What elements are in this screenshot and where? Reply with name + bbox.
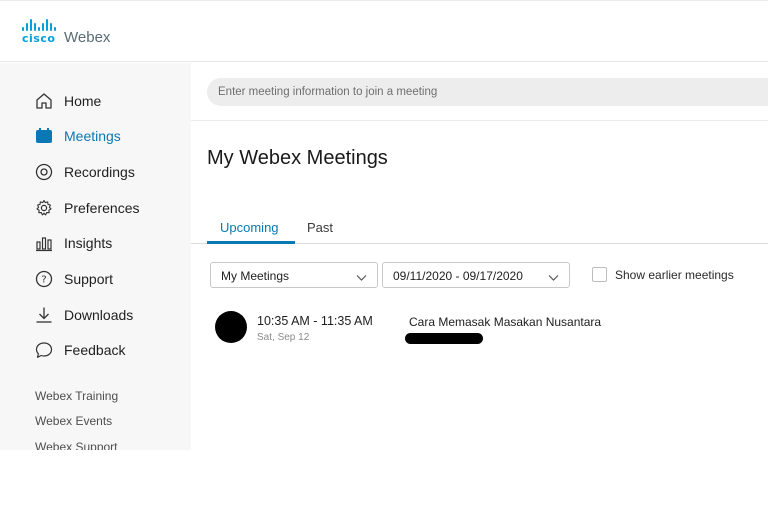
show-earlier-checkbox[interactable] [592,267,607,282]
join-meeting-input[interactable] [218,78,738,106]
sidebar-item-recordings[interactable]: Recordings [34,160,135,184]
sidebar-item-label: Recordings [64,164,135,180]
avatar [215,311,247,343]
sidebar-item-meetings[interactable]: Meetings [34,124,121,148]
home-icon [34,91,54,111]
date-range-value: 09/11/2020 - 09/17/2020 [393,269,523,283]
sidebar-item-label: Support [64,271,114,287]
chevron-down-icon [356,270,367,288]
divider [191,120,768,121]
sidebar-item-label: Home [64,93,102,109]
sidebar-item-label: Feedback [64,342,126,358]
tab-upcoming[interactable]: Upcoming [220,220,279,235]
svg-text:?: ? [41,275,46,286]
meeting-scope-value: My Meetings [221,269,290,283]
join-meeting-search: i [207,78,768,106]
top-bar: cisco Webex [0,0,768,62]
sidebar-item-label: Insights [64,235,113,251]
meeting-date: Sat, Sep 12 [257,332,310,343]
webex-events-link[interactable]: Webex Events [35,414,112,428]
meeting-title[interactable]: Cara Memasak Masakan Nusantara [409,315,601,329]
sidebar-item-label: Downloads [64,307,134,323]
sidebar-item-support[interactable]: ? Support [34,267,113,291]
list-item[interactable]: 10:35 AM - 11:35 AM Sat, Sep 12 Cara Mem… [207,307,747,351]
sidebar-item-label: Meetings [64,128,121,144]
help-icon: ? [34,269,54,289]
gear-icon [34,198,54,218]
chat-bubble-icon [34,340,54,360]
date-range-picker[interactable]: 09/11/2020 - 09/17/2020 [382,262,570,288]
cisco-bars-icon [22,19,56,31]
cisco-logo: cisco [22,19,56,44]
bar-chart-icon [34,233,54,253]
sidebar-item-label: Preferences [64,200,140,216]
sidebar: Home Meetings Recordings Preferences Ins… [0,63,191,454]
page-title: My Webex Meetings [207,147,388,169]
sidebar-item-feedback[interactable]: Feedback [34,338,125,362]
redacted-host-name [405,333,483,344]
cisco-wordmark: cisco [22,32,56,45]
sidebar-item-home[interactable]: Home [34,89,101,113]
recording-icon [34,162,54,182]
active-tab-indicator [207,241,295,244]
sidebar-item-downloads[interactable]: Downloads [34,303,133,327]
tab-past[interactable]: Past [307,220,333,235]
chevron-down-icon [548,270,559,288]
calendar-icon [34,126,54,146]
sidebar-item-insights[interactable]: Insights [34,231,112,255]
bottom-blank-area [0,450,768,512]
meeting-time: 10:35 AM - 11:35 AM [257,314,373,328]
main-content: i My Webex Meetings Upcoming Past My Mee… [191,63,768,450]
cisco-webex-logo[interactable]: cisco Webex [22,19,111,46]
product-name: Webex [64,29,111,46]
download-icon [34,305,54,325]
webex-training-link[interactable]: Webex Training [35,389,118,403]
sidebar-item-preferences[interactable]: Preferences [34,196,139,220]
meeting-scope-dropdown[interactable]: My Meetings [210,262,378,288]
show-earlier-label[interactable]: Show earlier meetings [615,268,734,282]
